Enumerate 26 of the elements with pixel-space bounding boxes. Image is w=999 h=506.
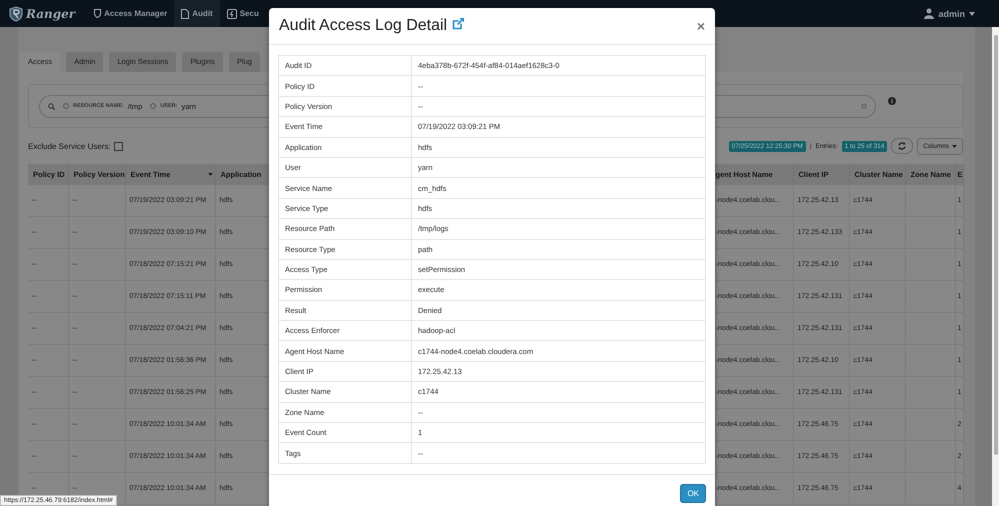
close-button[interactable]: ×	[696, 18, 705, 34]
external-link-icon[interactable]	[452, 16, 466, 30]
user-menu[interactable]: admin	[924, 8, 999, 19]
refresh-button[interactable]	[891, 138, 914, 154]
user-icon	[924, 8, 934, 19]
search-icon	[48, 102, 55, 110]
caret-icon	[969, 12, 975, 16]
exclude-service-users-label: Exclude Service Users:	[28, 142, 111, 150]
remove-facet-icon[interactable]	[150, 103, 156, 109]
scrollbar[interactable]	[992, 27, 999, 506]
document-icon	[181, 8, 190, 18]
nav-item[interactable]: Secu	[220, 0, 266, 27]
shield-icon	[94, 9, 102, 18]
dialog-title: Audit Access Log Detail	[279, 17, 448, 35]
refresh-icon	[898, 142, 906, 150]
sort-caret-icon	[208, 173, 212, 176]
info-icon[interactable]	[888, 97, 896, 105]
checkbox[interactable]	[114, 142, 123, 150]
brand-name[interactable]: Ranger	[26, 6, 76, 20]
bolt-icon	[226, 8, 237, 18]
nav-item[interactable]: Access Manager	[87, 0, 174, 27]
caret-icon	[952, 144, 957, 148]
nav-item[interactable]: Audit	[174, 0, 220, 27]
shield-logo-icon	[9, 6, 23, 22]
remove-facet-icon[interactable]	[63, 103, 69, 109]
ok-button[interactable]: OK	[680, 484, 706, 503]
